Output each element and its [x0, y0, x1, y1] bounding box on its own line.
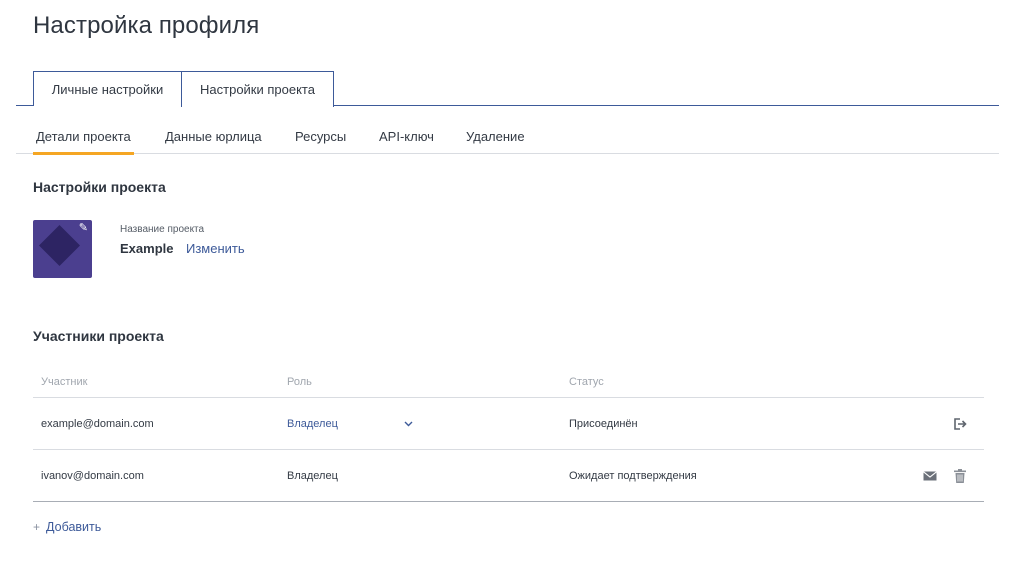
tab-personal-settings[interactable]: Личные настройки	[33, 71, 182, 106]
edit-project-name-link[interactable]: Изменить	[186, 241, 245, 256]
project-members-heading: Участники проекта	[33, 328, 164, 344]
project-name-value: Example	[120, 241, 174, 256]
leave-icon[interactable]	[953, 398, 967, 449]
plus-icon: +	[33, 520, 41, 534]
column-role: Роль	[287, 376, 312, 388]
table-row: ivanov@domain.com Владелец Ожидает подтв…	[33, 450, 984, 502]
add-member-button[interactable]: + Добавить	[33, 520, 101, 534]
member-email: ivanov@domain.com	[41, 469, 144, 482]
mail-icon[interactable]	[923, 450, 937, 501]
sub-tabs: Детали проекта Данные юрлица Ресурсы API…	[16, 118, 999, 155]
role-select[interactable]: Владелец	[287, 398, 338, 449]
main-tabs: Личные настройки Настройки проекта	[16, 71, 999, 107]
subtab-legal-entity[interactable]: Данные юрлица	[165, 118, 262, 154]
project-logo[interactable]: ✎	[33, 220, 92, 278]
member-status: Присоединён	[569, 417, 638, 430]
column-member: Участник	[41, 376, 88, 388]
tab-project-settings[interactable]: Настройки проекта	[181, 71, 334, 107]
pencil-icon[interactable]: ✎	[79, 223, 88, 234]
logo-diamond-shape	[38, 224, 81, 267]
subtab-resources[interactable]: Ресурсы	[295, 118, 346, 154]
page-title: Настройка профиля	[33, 12, 260, 39]
subtab-project-details[interactable]: Детали проекта	[33, 118, 134, 155]
members-table: Участник Роль Статус example@domain.com …	[33, 368, 984, 502]
member-email: example@domain.com	[41, 417, 154, 430]
column-status: Статус	[569, 376, 604, 388]
members-table-header: Участник Роль Статус	[33, 368, 984, 398]
trash-icon[interactable]	[954, 450, 966, 501]
table-row: example@domain.com Владелец Присоединён	[33, 398, 984, 450]
subtab-api-key[interactable]: API-ключ	[379, 118, 434, 154]
project-name-label: Название проекта	[120, 224, 205, 235]
chevron-down-icon[interactable]	[404, 398, 413, 449]
subtab-deletion[interactable]: Удаление	[466, 118, 525, 154]
member-status: Ожидает подтверждения	[569, 469, 697, 482]
project-settings-heading: Настройки проекта	[33, 179, 166, 195]
member-role: Владелец	[287, 469, 338, 482]
add-member-label: Добавить	[46, 520, 102, 534]
